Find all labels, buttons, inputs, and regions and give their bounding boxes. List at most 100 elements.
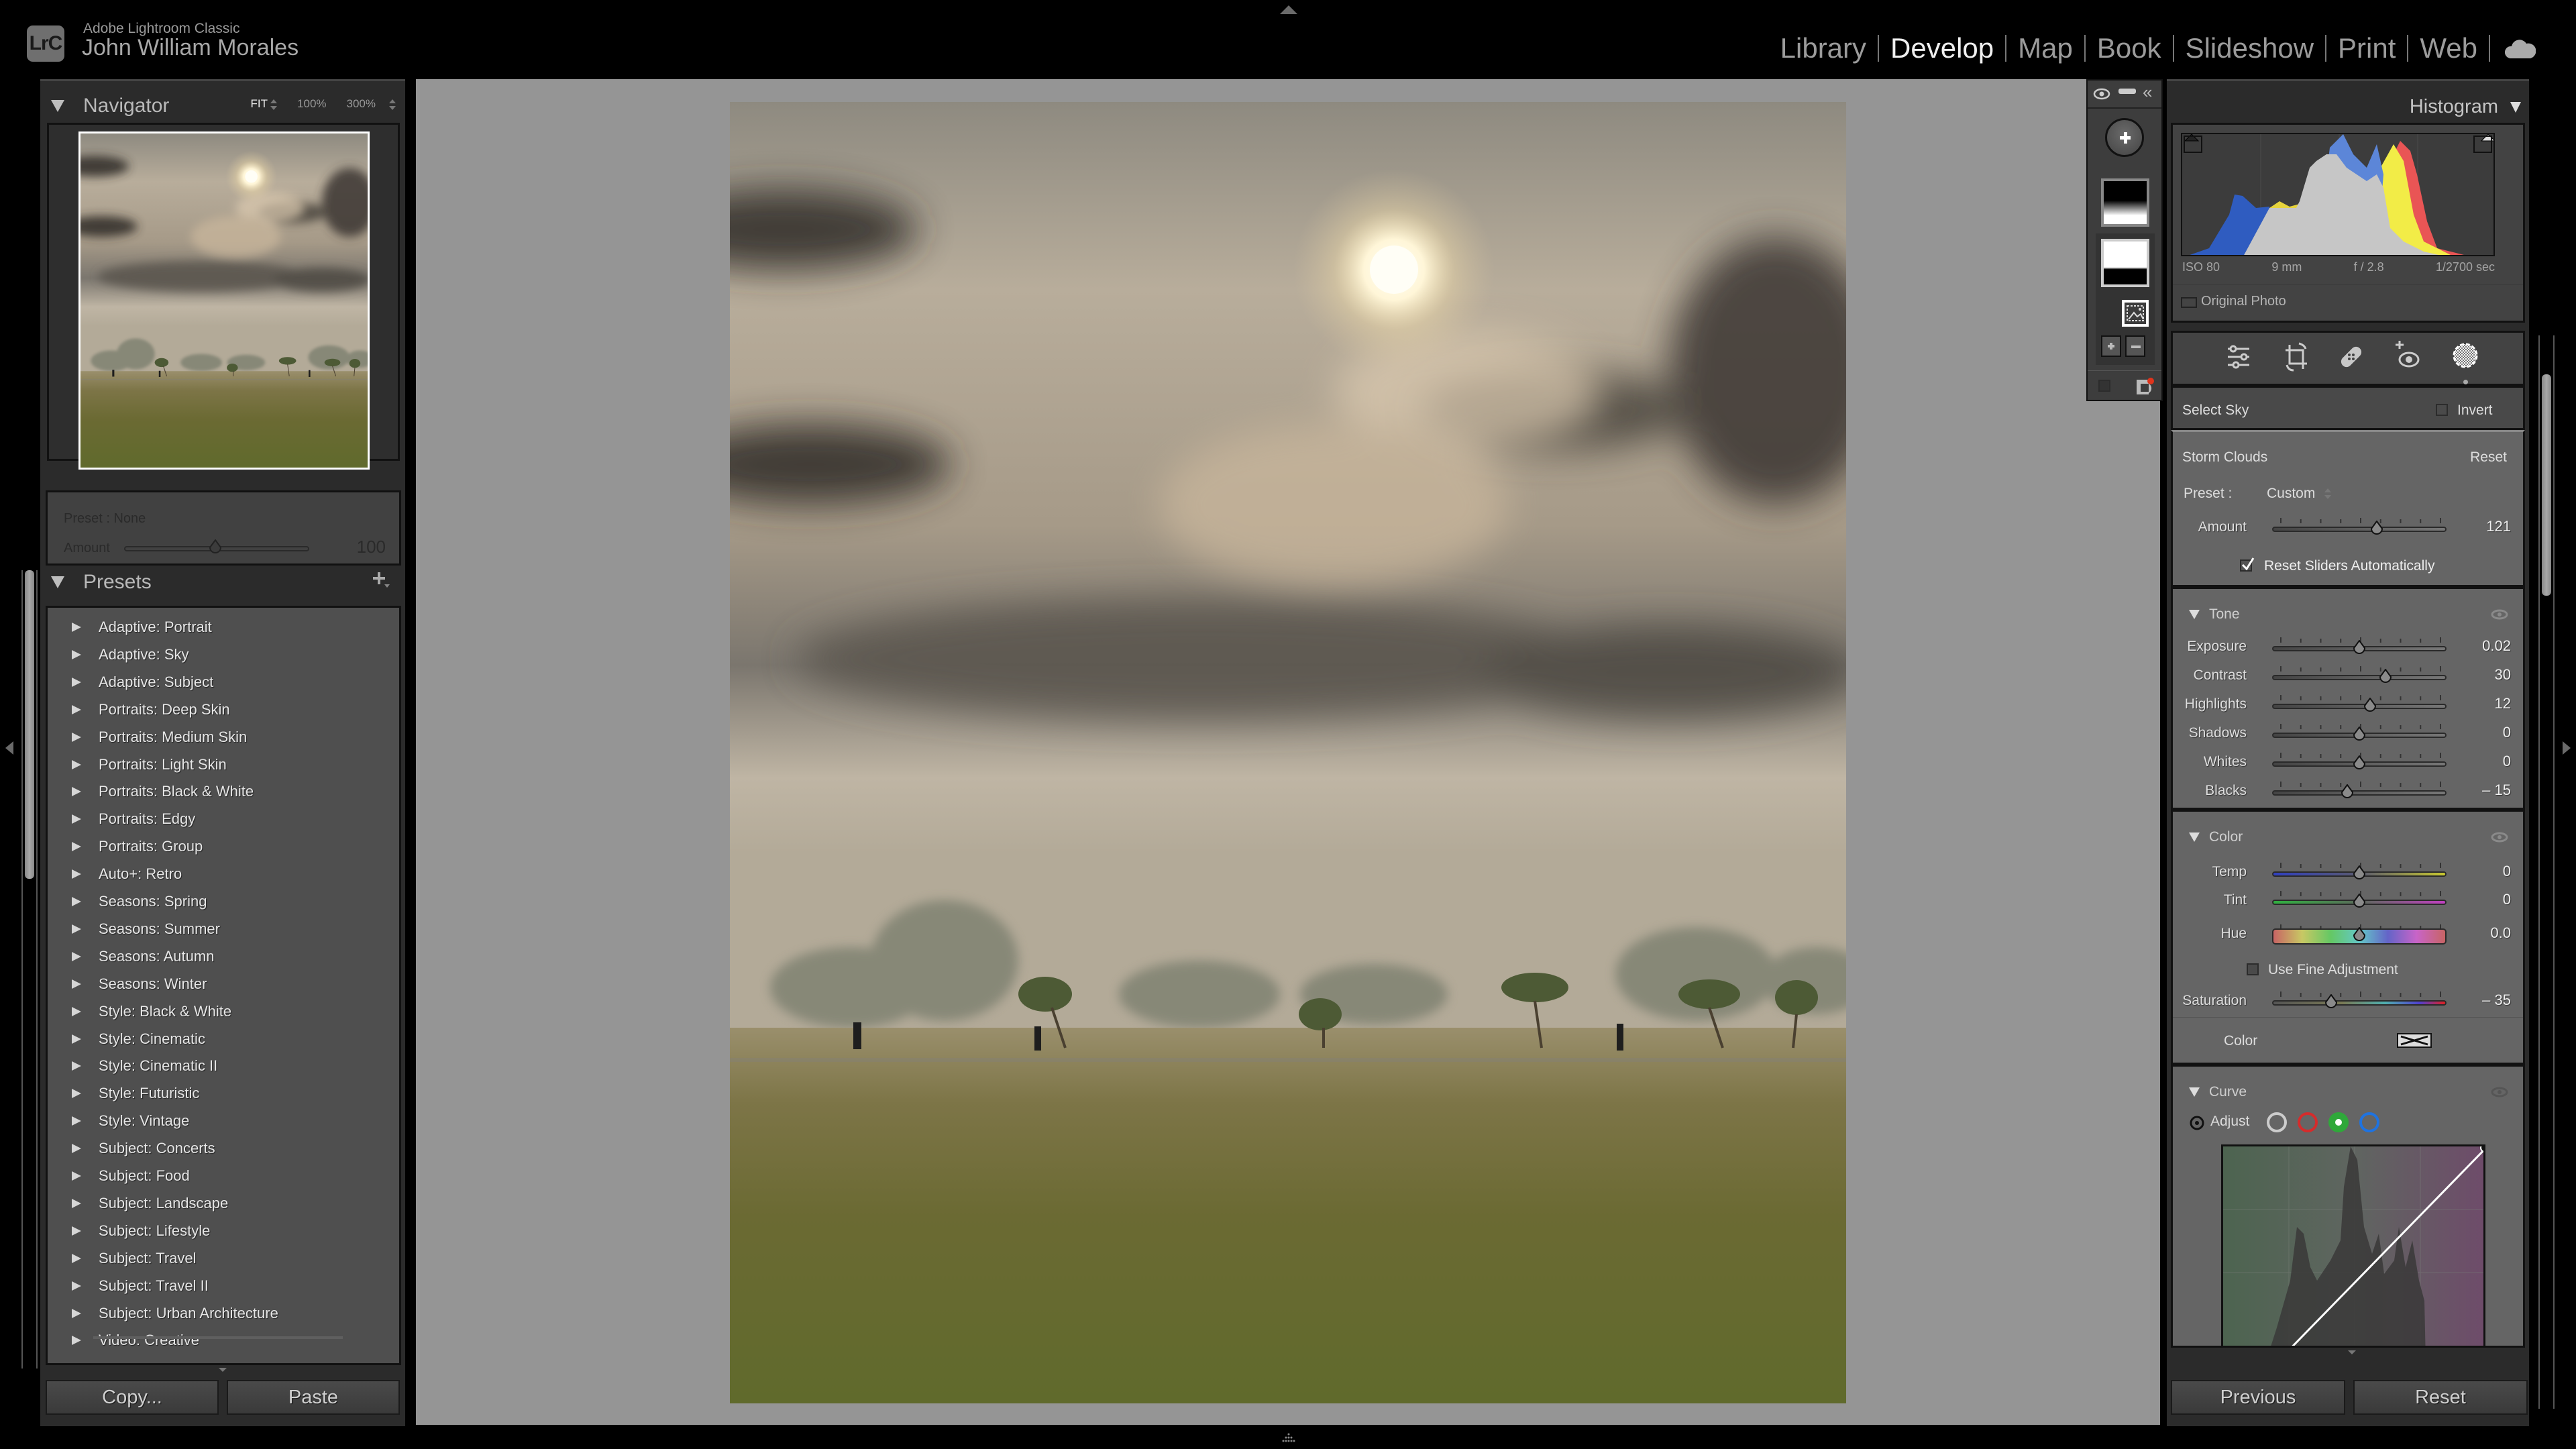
left-panel-toggle-icon[interactable] bbox=[5, 741, 13, 755]
color-visibility-eye-icon[interactable] bbox=[2491, 832, 2508, 843]
navigator-thumbnail[interactable] bbox=[78, 131, 370, 470]
target-adjust-icon[interactable] bbox=[2189, 1115, 2205, 1131]
tone-header[interactable]: Tone bbox=[2189, 606, 2240, 623]
module-library[interactable]: Library bbox=[1769, 32, 1878, 64]
contrast-slider[interactable] bbox=[2272, 675, 2447, 680]
zoom-fit[interactable]: FIT bbox=[251, 97, 278, 111]
copy-button[interactable]: Copy... bbox=[46, 1380, 219, 1415]
slider-knob[interactable] bbox=[2353, 727, 2366, 741]
healing-icon[interactable] bbox=[2337, 342, 2366, 372]
blacks-slider[interactable] bbox=[2272, 790, 2447, 796]
module-book[interactable]: Book bbox=[2086, 32, 2173, 64]
slider-knob[interactable] bbox=[2353, 755, 2366, 770]
previous-button[interactable]: Previous bbox=[2171, 1380, 2345, 1415]
mask-amount-value[interactable]: 121 bbox=[2486, 518, 2511, 535]
right-panel-toggle-icon[interactable] bbox=[2563, 741, 2571, 755]
module-web[interactable]: Web bbox=[2408, 32, 2489, 64]
show-overlay-eye-icon[interactable] bbox=[2093, 87, 2110, 101]
blacks-value[interactable]: – 15 bbox=[2482, 782, 2511, 799]
preset-folder[interactable]: Subject: Urban Architecture bbox=[72, 1305, 278, 1322]
curve-header[interactable]: Curve bbox=[2189, 1084, 2247, 1100]
preset-folder[interactable]: Adaptive: Sky bbox=[72, 646, 189, 663]
histogram-graph[interactable] bbox=[2181, 133, 2495, 256]
edit-sliders-icon[interactable] bbox=[2225, 343, 2252, 370]
minimize-icon[interactable] bbox=[2118, 89, 2136, 94]
histogram-header[interactable]: Histogram bbox=[2410, 96, 2521, 118]
slider-knob[interactable] bbox=[2341, 784, 2354, 799]
preset-folder[interactable]: Portraits: Edgy bbox=[72, 810, 195, 828]
module-slideshow[interactable]: Slideshow bbox=[2174, 32, 2325, 64]
main-photo[interactable] bbox=[730, 102, 1846, 1403]
cloud-sync-icon[interactable] bbox=[2504, 37, 2536, 60]
overlay-color-icon[interactable] bbox=[2135, 376, 2156, 397]
preset-folder[interactable]: Video: Creative bbox=[72, 1332, 199, 1349]
preset-folder[interactable]: Auto+: Retro bbox=[72, 865, 182, 883]
preset-folder[interactable]: Subject: Food bbox=[72, 1167, 190, 1185]
original-photo-checkbox[interactable] bbox=[2181, 297, 2197, 308]
module-map[interactable]: Map bbox=[2006, 32, 2084, 64]
preset-folder[interactable]: Portraits: Medium Skin bbox=[72, 729, 247, 746]
preset-folder[interactable]: Style: Futuristic bbox=[72, 1085, 199, 1102]
presets-header[interactable]: Presets bbox=[51, 571, 394, 594]
preset-folder[interactable]: Adaptive: Portrait bbox=[72, 619, 212, 636]
curve-channel-rgb[interactable] bbox=[2267, 1112, 2287, 1132]
zoom-100[interactable]: 100% bbox=[297, 97, 326, 111]
presets-horizontal-scroll[interactable] bbox=[93, 1336, 343, 1339]
preset-folder[interactable]: Style: Cinematic II bbox=[72, 1057, 217, 1075]
module-print[interactable]: Print bbox=[2326, 32, 2407, 64]
preset-folder[interactable]: Portraits: Deep Skin bbox=[72, 701, 230, 718]
preset-folder[interactable]: Style: Cinematic bbox=[72, 1030, 205, 1048]
slider-knob[interactable] bbox=[2324, 994, 2338, 1009]
exposure-value[interactable]: 0.02 bbox=[2482, 637, 2511, 655]
crop-icon[interactable] bbox=[2283, 342, 2310, 372]
left-scroll-thumb[interactable] bbox=[25, 570, 34, 879]
invert-checkbox[interactable] bbox=[2436, 404, 2448, 416]
reset-sliders-checkbox[interactable] bbox=[2240, 557, 2255, 572]
fine-adjust-checkbox[interactable] bbox=[2247, 963, 2259, 975]
preset-folder[interactable]: Seasons: Autumn bbox=[72, 948, 214, 965]
preset-folder[interactable]: Style: Black & White bbox=[72, 1003, 231, 1020]
zoom-300[interactable]: 300% bbox=[347, 97, 396, 111]
hue-value[interactable]: 0.0 bbox=[2490, 924, 2511, 942]
mask-thumbnail-sky[interactable] bbox=[2101, 239, 2149, 287]
preset-dropdown[interactable]: Custom bbox=[2267, 486, 2332, 502]
curve-channel-blue[interactable] bbox=[2359, 1112, 2379, 1132]
preset-folder[interactable]: Style: Vintage bbox=[72, 1112, 189, 1130]
preset-folder[interactable]: Portraits: Light Skin bbox=[72, 756, 227, 773]
preset-folder[interactable]: Subject: Travel bbox=[72, 1250, 197, 1267]
slider-knob[interactable] bbox=[2370, 521, 2383, 535]
tint-value[interactable]: 0 bbox=[2503, 891, 2511, 908]
contrast-value[interactable]: 30 bbox=[2495, 666, 2511, 684]
preset-folder[interactable]: Seasons: Spring bbox=[72, 893, 207, 910]
curve-channel-red[interactable] bbox=[2298, 1112, 2318, 1132]
collapse-masks-icon[interactable]: « bbox=[2143, 82, 2152, 103]
tone-curve-graph[interactable] bbox=[2221, 1144, 2485, 1346]
slider-knob[interactable] bbox=[2353, 865, 2366, 880]
saturation-slider[interactable] bbox=[2272, 1000, 2447, 1006]
temp-value[interactable]: 0 bbox=[2503, 863, 2511, 880]
highlights-slider[interactable] bbox=[2272, 704, 2447, 709]
navigator-header[interactable]: Navigator bbox=[51, 95, 169, 117]
preset-folder[interactable]: Subject: Landscape bbox=[72, 1195, 228, 1212]
highlight-clipping-button[interactable] bbox=[2473, 136, 2492, 153]
preset-folder[interactable]: Subject: Lifestyle bbox=[72, 1222, 210, 1240]
reset-button[interactable]: Reset bbox=[2353, 1380, 2528, 1415]
mask-thumbnail-gradient[interactable] bbox=[2101, 178, 2149, 227]
preset-folder[interactable]: Subject: Travel II bbox=[72, 1277, 209, 1295]
slider-knob[interactable] bbox=[2353, 894, 2366, 908]
preset-folder[interactable]: Portraits: Group bbox=[72, 838, 203, 855]
filmstrip-toggle-icon[interactable] bbox=[1279, 1433, 1299, 1444]
slider-knob[interactable] bbox=[2353, 927, 2366, 942]
curve-visibility-eye-icon[interactable] bbox=[2491, 1087, 2508, 1097]
navigator-preview[interactable] bbox=[47, 123, 400, 470]
preset-folder[interactable]: Seasons: Summer bbox=[72, 920, 220, 938]
show-overlay-checkbox[interactable] bbox=[2098, 380, 2110, 392]
preset-folder[interactable]: Adaptive: Subject bbox=[72, 674, 213, 691]
preset-folder[interactable]: Seasons: Winter bbox=[72, 975, 207, 993]
create-new-mask-button[interactable] bbox=[2105, 118, 2144, 157]
tone-visibility-eye-icon[interactable] bbox=[2491, 609, 2508, 620]
color-header[interactable]: Color bbox=[2189, 829, 2243, 845]
add-preset-icon[interactable] bbox=[372, 571, 390, 590]
right-scroll-thumb[interactable] bbox=[2542, 374, 2551, 596]
top-panel-toggle-icon[interactable] bbox=[1280, 5, 1297, 14]
